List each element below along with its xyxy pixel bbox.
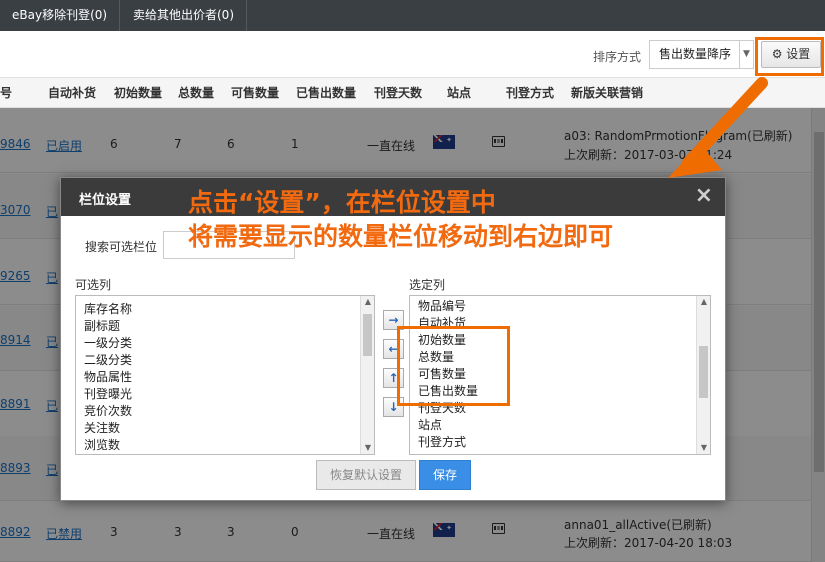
list-toolbar: 排序方式 售出数量降序 ▼ ⚙ 设置 — [0, 31, 825, 78]
highlight-box — [755, 37, 824, 76]
column-header-available-qty[interactable]: 可售数量 — [231, 78, 279, 108]
column-header-sold-qty[interactable]: 已售出数量 — [296, 78, 356, 108]
available-list-scrollbar[interactable]: ▲ ▼ — [360, 296, 374, 454]
save-button[interactable]: 保存 — [419, 460, 471, 490]
annotation-line-1: 点击“设置”，在栏位设置中 — [188, 188, 496, 217]
chevron-up-icon[interactable]: ▲ — [697, 296, 710, 308]
selected-columns-label: 选定列 — [409, 278, 446, 292]
list-item[interactable]: 竞价次数 — [84, 403, 132, 420]
chevron-down-icon: ▼ — [739, 41, 753, 68]
column-header-listing-days[interactable]: 刊登天数 — [374, 78, 422, 108]
column-header-promotion[interactable]: 新版关联营销 — [571, 78, 643, 108]
list-item[interactable]: 副标题 — [84, 318, 120, 335]
chevron-up-icon[interactable]: ▲ — [361, 296, 374, 308]
column-header-id[interactable]: 号 — [0, 78, 12, 108]
tab-ebay-removed[interactable]: eBay移除刊登(0) — [0, 0, 121, 31]
list-item[interactable]: 二级分类 — [84, 352, 132, 369]
column-header-listing-type[interactable]: 刊登方式 — [506, 78, 554, 108]
scrollbar-thumb[interactable] — [699, 346, 708, 398]
sort-label: 排序方式 — [593, 50, 642, 64]
restore-defaults-button[interactable]: 恢复默认设置 — [316, 460, 416, 490]
tab-second-chance-offer[interactable]: 卖给其他出价者(0) — [121, 0, 247, 31]
list-item[interactable]: 站点 — [418, 417, 442, 434]
list-item[interactable]: 浏览数 — [84, 437, 120, 454]
available-columns-list[interactable]: 库存名称 副标题 一级分类 二级分类 物品属性 刊登曝光 竞价次数 关注数 浏览… — [75, 295, 375, 455]
chevron-down-icon[interactable]: ▼ — [361, 442, 374, 454]
column-header-auto-restock[interactable]: 自动补货 — [48, 78, 96, 108]
sort-value: 售出数量降序 — [659, 47, 732, 61]
list-item[interactable]: 物品属性 — [84, 369, 132, 386]
list-item[interactable]: 库存名称 — [84, 301, 132, 318]
sort-select[interactable]: 售出数量降序 ▼ — [649, 40, 754, 69]
highlight-box — [397, 326, 510, 406]
list-item[interactable]: 一级分类 — [84, 335, 132, 352]
top-tab-bar: eBay移除刊登(0) 卖给其他出价者(0) — [0, 0, 825, 31]
search-columns-label: 搜索可选栏位 — [85, 240, 158, 254]
scrollbar-thumb[interactable] — [363, 314, 372, 356]
list-item[interactable]: 刊登方式 — [418, 434, 466, 451]
annotation-line-2: 将需要显示的数量栏位移动到右边即可 — [188, 222, 614, 251]
chevron-down-icon[interactable]: ▼ — [697, 442, 710, 454]
dialog-title: 栏位设置 — [79, 193, 132, 208]
close-icon[interactable]: × — [695, 184, 713, 208]
list-item[interactable]: 物品编号 — [418, 298, 466, 315]
available-columns-label: 可选列 — [75, 278, 112, 292]
list-item[interactable]: 刊登曝光 — [84, 386, 132, 403]
selected-list-scrollbar[interactable]: ▲ ▼ — [696, 296, 710, 454]
column-header-initial-qty[interactable]: 初始数量 — [114, 78, 162, 108]
column-header-total-qty[interactable]: 总数量 — [178, 78, 214, 108]
column-header-site[interactable]: 站点 — [447, 78, 471, 108]
list-item[interactable]: 关注数 — [84, 420, 120, 437]
table-header: 号 自动补货 初始数量 总数量 可售数量 已售出数量 刊登天数 站点 刊登方式 … — [0, 78, 825, 108]
